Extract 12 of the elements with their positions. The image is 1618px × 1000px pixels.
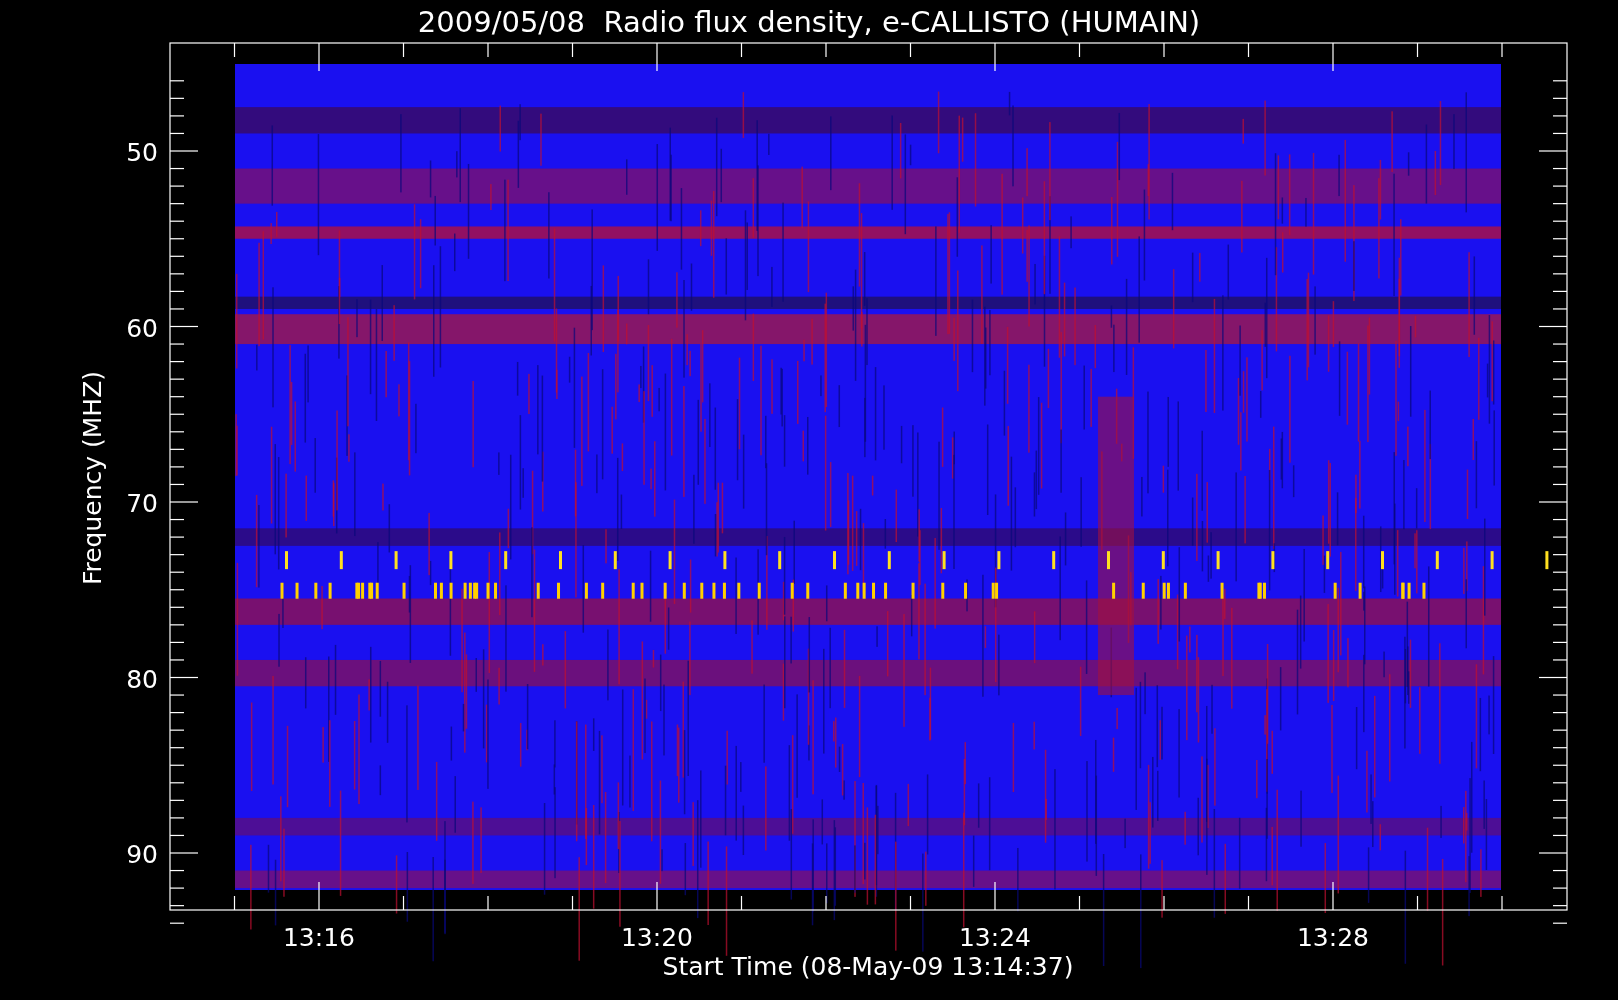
- y-tick-label: 70: [126, 489, 158, 518]
- y-tick-label: 60: [126, 313, 158, 343]
- x-tick-label: 13:24: [959, 923, 1031, 952]
- x-tick-label: 13:28: [1297, 923, 1369, 952]
- chart-title: 2009/05/08 Radio flux density, e-CALLISTO (HUMAIN): [417, 5, 1201, 39]
- x-axis-label: Start Time (08-May-09 13:14:37): [662, 952, 1074, 981]
- y-tick-label: 80: [126, 664, 158, 694]
- y-tick-label: 90: [126, 840, 158, 869]
- x-tick-label: 13:20: [621, 923, 693, 952]
- x-tick-label: 13:16: [283, 923, 355, 952]
- y-axis-label: Frequency (MHZ): [78, 370, 107, 586]
- y-tick-label: 50: [126, 138, 158, 167]
